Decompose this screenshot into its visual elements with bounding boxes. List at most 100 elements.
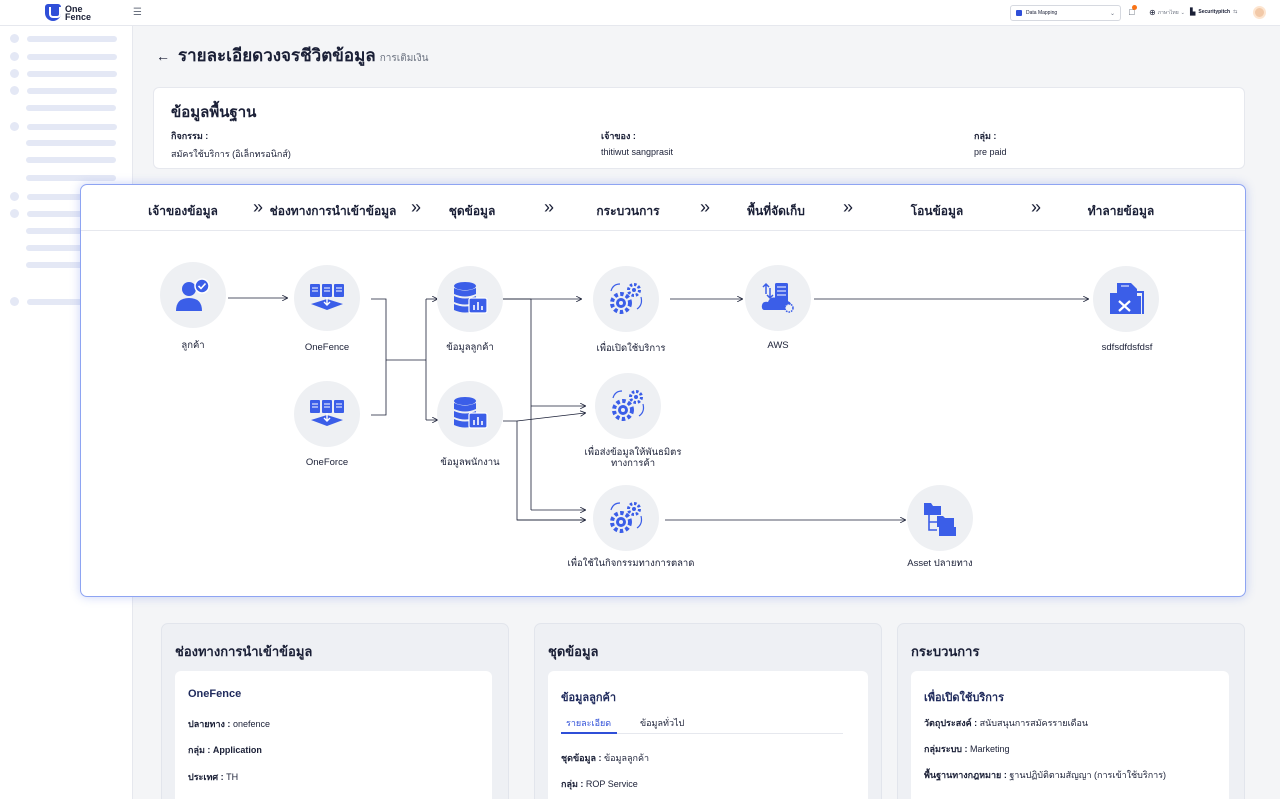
oneforce-node[interactable]	[294, 381, 360, 447]
send-partner-label-line2: ทางการค้า	[610, 458, 656, 469]
organization-name: Securitypitch	[1198, 9, 1231, 15]
owner-value: thitiwut sangprasit	[601, 147, 674, 157]
notification-bell-icon[interactable]: □	[1129, 5, 1138, 17]
dataset-group-row: กลุ่ม : ROP Service	[561, 779, 638, 789]
employee-data-label: ข้อมูลพนักงาน	[440, 457, 500, 468]
sidebar-item[interactable]	[10, 86, 117, 95]
process-inner-card: เพื่อเปิดใช้บริการ วัตถุประสงค์ : สนับสน…	[911, 671, 1229, 799]
process-detail-title: กระบวนการ	[911, 644, 980, 659]
onefence-label: OneFence	[304, 342, 350, 353]
chevron-down-icon: ⌄	[1180, 9, 1185, 16]
documents-icon	[310, 400, 344, 426]
gears-icon	[610, 283, 643, 314]
activity-value: สมัครใช้บริการ (อิเล็กทรอนิกส์)	[171, 149, 291, 159]
channel-destination: ปลายทาง : onefence	[188, 719, 270, 729]
channel-name: OneFence	[188, 688, 242, 700]
aws-storage-node[interactable]	[745, 265, 811, 331]
onefence-node[interactable]	[294, 265, 360, 331]
page-subtitle: การเติมเงิน	[379, 53, 429, 64]
tab-general-info[interactable]: ข้อมูลทั่วไป	[640, 716, 684, 730]
aws-label: AWS	[767, 340, 789, 351]
lifecycle-flow-card: เจ้าของข้อมูล » ช่องทางการนำเข้าข้อมูล »…	[80, 184, 1246, 597]
dataset-detail-card: ชุดข้อมูล ข้อมูลลูกค้า รายละเอียด ข้อมูล…	[534, 623, 882, 799]
channel-inner-card: OneFence ปลายทาง : onefence กลุ่ม : Appl…	[175, 671, 492, 799]
employee-data-node[interactable]	[437, 381, 503, 447]
flow-connectors	[228, 185, 1247, 598]
gears-icon	[610, 502, 643, 533]
page-title: รายละเอียดวงจรชีวิตข้อมูล	[178, 46, 376, 65]
sidebar-subitem[interactable]	[26, 175, 116, 181]
send-partner-label: เพื่อส่งข้อมูลให้พันธมิตร ทางการค้า	[585, 447, 682, 469]
gears-icon	[612, 390, 645, 421]
group-value: pre paid	[974, 147, 1007, 157]
top-bar: One Fence ☰ Data Mapping ⌄ □ ⊕ ภาษาไทย ⌄…	[0, 0, 1280, 26]
cloud-server-icon	[761, 282, 794, 313]
database-chart-icon	[454, 282, 488, 314]
sidebar-subitem[interactable]	[26, 140, 116, 146]
dataset-detail-title: ชุดข้อมูล	[548, 644, 599, 659]
back-arrow-icon[interactable]: ←	[156, 48, 170, 64]
sidebar-item[interactable]	[10, 69, 117, 78]
sidebar-subitem[interactable]	[26, 105, 116, 111]
dataset-name: ข้อมูลลูกค้า	[561, 692, 617, 704]
dataset-name-row: ชุดข้อมูล : ข้อมูลลูกค้า	[561, 753, 650, 763]
asset-destination-label: Asset ปลายทาง	[907, 558, 973, 569]
channel-detail-title: ช่องทางการนำเข้าข้อมูล	[175, 644, 313, 659]
process-purpose: วัตถุประสงค์ : สนับสนุนการสมัครรายเดือน	[924, 718, 1089, 728]
marketing-process-node[interactable]	[593, 485, 659, 551]
logo-line2: Fence	[65, 11, 92, 22]
marketing-label: เพื่อใช้ในกิจกรรมทางการตลาด	[567, 558, 695, 569]
page-header: ← รายละเอียดวงจรชีวิตข้อมูล การเติมเงิน	[156, 42, 428, 69]
basic-info-title: ข้อมูลพื้นฐาน	[171, 104, 257, 121]
shield-logo-icon	[45, 4, 61, 21]
send-partner-process-node[interactable]	[595, 373, 661, 439]
tab-detail[interactable]: รายละเอียด	[566, 716, 611, 730]
activity-label: กิจกรรม :	[171, 131, 209, 141]
sidebar-item[interactable]	[10, 122, 117, 131]
documents-icon	[310, 284, 344, 310]
send-partner-label-line1: เพื่อส่งข้อมูลให้พันธมิตร	[584, 447, 682, 458]
language-switcher[interactable]: ⊕ ภาษาไทย ⌄	[1149, 8, 1185, 17]
process-name: เพื่อเปิดใช้บริการ	[924, 692, 1004, 704]
notification-dot	[1132, 5, 1138, 10]
process-system-group: กลุ่มระบบ : Marketing	[924, 744, 1010, 754]
asset-destination-node[interactable]	[907, 485, 973, 551]
customer-label: ลูกค้า	[181, 340, 205, 351]
switch-icon: ⇆	[1233, 9, 1238, 15]
active-tab-indicator	[561, 732, 617, 734]
chevron-down-icon: ⌄	[1109, 10, 1115, 17]
module-icon	[1016, 10, 1022, 16]
open-service-label: เพื่อเปิดใช้บริการ	[596, 343, 666, 354]
destroy-label: sdfsdfdsfdsf	[1101, 342, 1153, 353]
delete-folder-icon	[1110, 283, 1144, 314]
building-icon: ▙	[1190, 9, 1196, 16]
dataset-inner-card: ข้อมูลลูกค้า รายละเอียด ข้อมูลทั่วไป ชุด…	[548, 671, 868, 799]
user-avatar[interactable]	[1253, 6, 1266, 19]
sidebar-subitem[interactable]	[26, 157, 116, 163]
channel-group: กลุ่ม : Application	[188, 745, 262, 755]
module-select-value: Data Mapping	[1026, 10, 1058, 16]
process-detail-card: กระบวนการ เพื่อเปิดใช้บริการ วัตถุประสงค…	[897, 623, 1245, 799]
destroy-node[interactable]	[1093, 266, 1159, 332]
channel-country: ประเทศ : TH	[188, 772, 239, 782]
oneforce-label: OneForce	[305, 457, 349, 468]
language-label: ภาษาไทย	[1157, 9, 1179, 16]
organization-switcher[interactable]: ▙ Securitypitch ⇆	[1190, 8, 1237, 16]
group-label: กลุ่ม :	[974, 131, 997, 141]
sidebar-item[interactable]	[10, 34, 117, 43]
process-legal-basis: พื้นฐานทางกฎหมาย : ฐานปฏิบัติตามสัญญา (ก…	[924, 770, 1167, 780]
module-select[interactable]: Data Mapping ⌄	[1010, 5, 1121, 21]
customer-data-label: ข้อมูลลูกค้า	[446, 342, 494, 353]
basic-info-card: ข้อมูลพื้นฐาน กิจกรรม : สมัครใช้บริการ (…	[153, 87, 1245, 169]
customer-data-node[interactable]	[437, 266, 503, 332]
user-check-icon	[176, 278, 210, 311]
menu-collapse-icon[interactable]: ☰	[133, 7, 142, 18]
open-service-process-node[interactable]	[593, 266, 659, 332]
owner-label: เจ้าของ :	[601, 131, 636, 141]
customer-node[interactable]	[160, 262, 226, 328]
globe-icon: ⊕	[1149, 8, 1156, 17]
onefence-logo[interactable]: One Fence	[45, 4, 91, 21]
folder-tree-icon	[924, 503, 956, 536]
sidebar-item[interactable]	[10, 52, 117, 61]
channel-detail-card: ช่องทางการนำเข้าข้อมูล OneFence ปลายทาง …	[161, 623, 509, 799]
